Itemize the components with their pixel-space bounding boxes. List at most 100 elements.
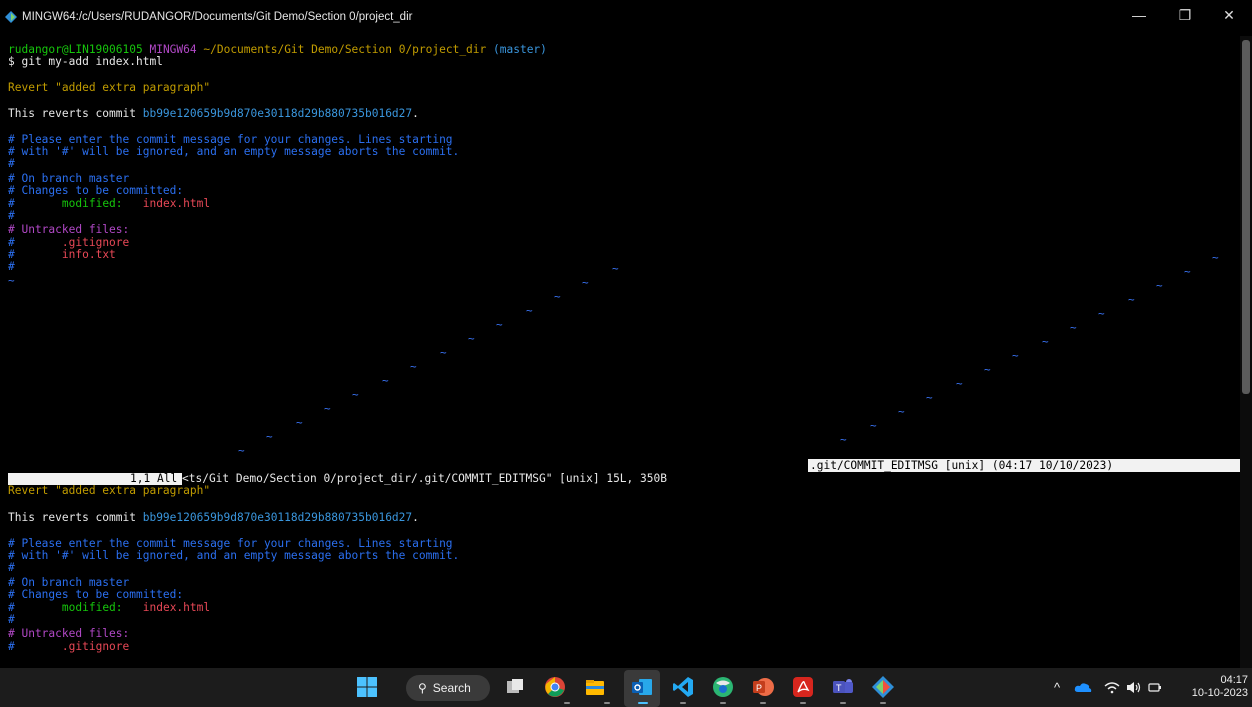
window-title: MINGW64:/c/Users/RUDANGOR/Documents/Git …: [22, 11, 413, 23]
tilde-marker: ~: [956, 377, 963, 390]
windows-start-icon[interactable]: [356, 676, 378, 698]
tilde-marker: ~: [410, 360, 417, 373]
tilde-marker: ~: [266, 430, 273, 443]
minimize-button[interactable]: —: [1116, 0, 1162, 30]
svg-text:T: T: [836, 683, 842, 693]
modified-line: # modified: index.html: [8, 197, 211, 210]
prompt-path: ~/Documents/Git Demo/Section 0/project_d…: [203, 43, 487, 56]
file-info-message: <ts/Git Demo/Section 0/project_dir/.git/…: [182, 472, 667, 485]
teams-icon[interactable]: T: [832, 676, 854, 698]
running-indicator: [840, 702, 846, 704]
running-indicator: [564, 702, 570, 704]
outlook-icon[interactable]: [631, 676, 653, 698]
tilde-marker: ~: [1098, 307, 1105, 320]
tilde-marker: ~: [1070, 321, 1077, 334]
clock-time: 04:17: [1220, 674, 1248, 686]
tilde-marker: ~: [1012, 349, 1019, 362]
search-box[interactable]: ⚲ Search: [406, 675, 490, 701]
comment-line: #: [8, 209, 15, 222]
tilde-marker: ~: [1212, 251, 1219, 264]
task-view-icon[interactable]: [504, 676, 526, 698]
tilde-marker: ~: [496, 318, 503, 331]
tilde-marker: ~: [238, 444, 245, 457]
reverts-line: This reverts commit bb99e120659b9d870e30…: [8, 511, 419, 524]
tilde-marker: ~: [468, 332, 475, 345]
git-bash-icon: [5, 11, 17, 23]
untracked-file-line: # .gitignore: [8, 640, 130, 653]
modified-file: index.html: [142, 601, 211, 614]
running-indicator: [800, 702, 806, 704]
reverts-line: This reverts commit bb99e120659b9d870e30…: [8, 107, 419, 120]
close-button[interactable]: ✕: [1206, 0, 1252, 30]
tilde-marker: ~: [926, 391, 933, 404]
tilde-marker: ~: [324, 402, 331, 415]
untracked-header-line: # Untracked files:: [8, 627, 130, 640]
untracked-file-line: # info.txt: [8, 248, 116, 261]
tilde-marker: ~: [612, 262, 619, 275]
running-indicator: [880, 702, 886, 704]
modified-file: index.html: [142, 197, 211, 210]
onedrive-icon[interactable]: [1074, 682, 1092, 693]
comment-changes-line: # Changes to be committed:: [8, 184, 184, 197]
scrollbar-thumb[interactable]: [1242, 40, 1250, 394]
acrobat-icon[interactable]: [792, 676, 814, 698]
untracked-header-line: # Untracked files:: [8, 223, 130, 236]
comment-changes-line: # Changes to be committed:: [8, 588, 184, 601]
comment-line: #: [8, 561, 15, 574]
taskbar: ⚲ Search P T ^ 04:17 10-10-2023: [0, 668, 1252, 707]
tilde-marker: ~: [296, 416, 303, 429]
command-line: $ git my-add index.html: [8, 55, 163, 68]
revert-line: Revert "added extra paragraph": [8, 81, 211, 94]
tilde-marker: ~: [1042, 335, 1049, 348]
comment-line: # with '#' will be ignored, and an empty…: [8, 145, 460, 158]
vscode-icon[interactable]: [672, 676, 694, 698]
tilde-marker: ~: [526, 304, 533, 317]
battery-icon[interactable]: [1148, 682, 1162, 693]
prompt-branch: (master): [493, 43, 547, 56]
tilde-marker: ~: [840, 433, 847, 446]
tilde-marker: ~: [352, 388, 359, 401]
git-bash-taskbar-icon[interactable]: [872, 676, 894, 698]
tilde-marker: ~: [440, 346, 447, 359]
chevron-up-icon[interactable]: ^: [1054, 668, 1060, 707]
tilde-marker: ~: [870, 419, 877, 432]
terminal-area[interactable]: rudangor@LIN19006105 MINGW64 ~/Documents…: [0, 36, 1240, 668]
tilde-marker: ~: [898, 405, 905, 418]
comment-line: #: [8, 613, 15, 626]
maximize-button[interactable]: ❐: [1162, 0, 1208, 30]
system-clock[interactable]: 04:17 10-10-2023: [1180, 674, 1248, 700]
revert-line: Revert "added extra paragraph": [8, 484, 211, 497]
window-title-bar[interactable]: MINGW64:/c/Users/RUDANGOR/Documents/Git …: [0, 0, 1252, 36]
volume-icon[interactable]: [1126, 681, 1142, 694]
clock-date: 10-10-2023: [1191, 687, 1248, 699]
comment-line: #: [8, 260, 15, 273]
tilde-marker: ~: [1128, 293, 1135, 306]
search-label: Search: [432, 681, 471, 695]
wifi-icon[interactable]: [1104, 681, 1120, 694]
tilde-marker: ~: [8, 274, 15, 287]
commit-hash: bb99e120659b9d870e30118d29b880735b016d27: [142, 511, 413, 524]
chrome-icon[interactable]: [544, 676, 566, 698]
svg-text:P: P: [756, 683, 762, 693]
file-explorer-icon[interactable]: [584, 676, 606, 698]
active-indicator: [638, 702, 648, 704]
tilde-marker: ~: [582, 276, 589, 289]
browser-icon[interactable]: [712, 676, 734, 698]
powerpoint-icon[interactable]: P: [752, 676, 774, 698]
tilde-marker: ~: [984, 363, 991, 376]
running-indicator: [604, 702, 610, 704]
comment-line: #: [8, 157, 15, 170]
running-indicator: [680, 702, 686, 704]
terminal-scrollbar[interactable]: [1240, 36, 1252, 668]
commit-hash: bb99e120659b9d870e30118d29b880735b016d27: [142, 107, 413, 120]
tilde-marker: ~: [1184, 265, 1191, 278]
tilde-marker: ~: [1156, 279, 1163, 292]
tilde-marker: ~: [382, 374, 389, 387]
vim-status-line-right: .git/COMMIT_EDITMSG [unix] (04:17 10/10/…: [808, 459, 1240, 472]
comment-line: # with '#' will be ignored, and an empty…: [8, 549, 460, 562]
search-icon: ⚲: [418, 681, 427, 695]
running-indicator: [720, 702, 726, 704]
modified-line: # modified: index.html: [8, 601, 211, 614]
running-indicator: [760, 702, 766, 704]
tilde-marker: ~: [554, 290, 561, 303]
